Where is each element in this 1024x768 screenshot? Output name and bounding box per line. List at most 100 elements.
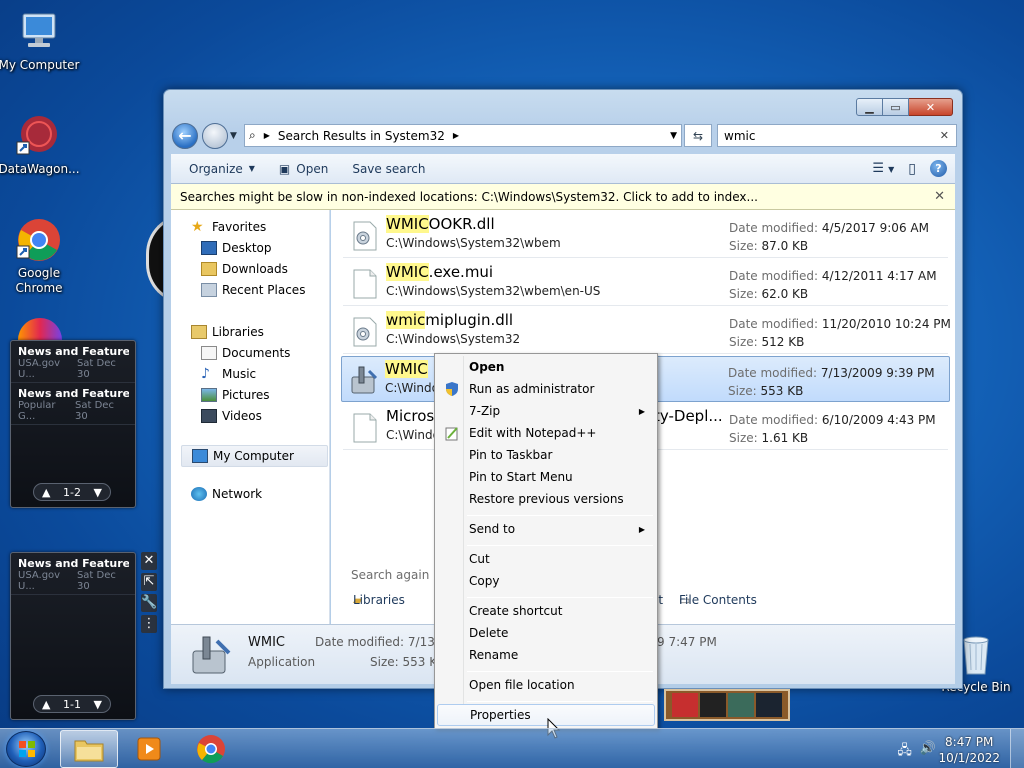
menu-create-shortcut[interactable]: Create shortcut — [437, 600, 655, 622]
gadget-slideshow-edge — [664, 689, 790, 721]
start-button[interactable] — [6, 731, 46, 767]
pager-prev-icon[interactable]: ▲ — [42, 698, 50, 711]
menu-restore-previous-versions[interactable]: Restore previous versions — [437, 488, 655, 510]
chrome-icon — [197, 735, 225, 764]
context-menu: Open Run as administrator 7-Zip ▶ Edit wi… — [434, 353, 658, 729]
address-dropdown-icon[interactable]: ▼ — [670, 131, 677, 141]
taskbar-media-player[interactable] — [120, 730, 178, 768]
volume-icon[interactable]: 🔊 — [920, 741, 936, 763]
nav-network[interactable]: Network — [191, 487, 262, 501]
menu-send-to[interactable]: Send to ▶ — [437, 518, 655, 540]
menu-7-zip[interactable]: 7-Zip ▶ — [437, 400, 655, 422]
network-status-icon[interactable]: 🖧 — [897, 741, 912, 763]
gadget-news-item[interactable]: News and Features f... USA.gov U... Sat D… — [11, 553, 135, 595]
nav-favorites[interactable]: ★ Favorites — [191, 220, 266, 234]
file-name-highlight: wmic — [386, 311, 426, 329]
breadcrumb-chevron-icon[interactable]: ▶ — [260, 131, 274, 140]
pager-prev-icon[interactable]: ▲ — [42, 486, 50, 499]
desktop-icon-google-chrome[interactable]: Google Chrome — [0, 216, 81, 296]
pager-next-icon[interactable]: ▼ — [94, 698, 102, 711]
gadget-tools: ✕ ⇱ 🔧 ⋮ — [141, 552, 157, 636]
history-dropdown-icon[interactable]: ▼ — [230, 131, 237, 141]
nav-recent-places[interactable]: Recent Places — [201, 283, 305, 297]
nav-videos[interactable]: Videos — [201, 409, 262, 423]
file-size: 512 KB — [761, 335, 805, 349]
open-button[interactable]: ▣ Open — [267, 162, 340, 176]
pager-next-icon[interactable]: ▼ — [94, 486, 102, 499]
address-bar[interactable]: ⌕ ▶ Search Results in System32 ▶ ▼ — [244, 124, 682, 147]
desktop-icon-my-computer[interactable]: My Computer — [0, 8, 81, 73]
menu-pin-to-taskbar[interactable]: Pin to Taskbar — [437, 444, 655, 466]
help-icon[interactable]: ? — [930, 160, 947, 177]
drag-handle-icon[interactable]: ⋮ — [141, 615, 157, 633]
gadget-news-source: Popular G... — [18, 400, 56, 422]
close-icon[interactable]: ✕ — [934, 189, 945, 204]
organize-button[interactable]: Organize ▼ — [171, 162, 267, 176]
nav-downloads[interactable]: Downloads — [201, 262, 288, 276]
menu-open-file-location[interactable]: Open file location — [437, 674, 655, 696]
gadget-news-source: USA.gov U... — [18, 358, 61, 380]
save-search-button[interactable]: Save search — [340, 162, 437, 176]
info-bar[interactable]: Searches might be slow in non-indexed lo… — [171, 184, 955, 210]
file-row[interactable]: wmicmiplugin.dll C:\Windows\System32 Dat… — [343, 308, 951, 354]
music-icon: ♪ — [201, 366, 210, 382]
nav-label: Downloads — [222, 262, 288, 276]
submenu-arrow-icon: ▶ — [638, 524, 645, 534]
resize-icon[interactable]: ⇱ — [141, 573, 157, 591]
nav-libraries[interactable]: Libraries — [191, 325, 264, 339]
close-icon[interactable]: ✕ — [141, 552, 157, 570]
menu-edit-with-notepad-plus-plus[interactable]: Edit with Notepad++ — [437, 422, 655, 444]
folder-icon — [74, 740, 104, 762]
menu-copy[interactable]: Copy — [437, 570, 655, 592]
wmic-application-icon — [349, 365, 379, 397]
taskbar-clock[interactable]: 8:47 PM 10/1/2022 — [938, 734, 1000, 766]
search-input[interactable]: wmic — [724, 129, 755, 143]
details-name: WMIC — [248, 635, 285, 650]
gadget-news-item[interactable]: News and Features f... USA.gov U... Sat D… — [11, 341, 135, 383]
taskbar-google-chrome[interactable] — [182, 730, 240, 768]
nav-label: Music — [222, 367, 257, 381]
desktop-icon-datawagon[interactable]: DataWagon... — [0, 112, 81, 177]
clear-search-icon[interactable]: ✕ — [940, 129, 949, 142]
date-label: Date modified: — [729, 413, 819, 427]
uac-shield-icon — [444, 381, 460, 397]
command-bar: Organize ▼ ▣ Open Save search ☰ ▼ ▯ ? — [171, 154, 955, 184]
menu-item-label: Delete — [469, 626, 509, 640]
nav-desktop[interactable]: Desktop — [201, 241, 272, 255]
nav-pictures[interactable]: Pictures — [201, 388, 270, 402]
menu-cut[interactable]: Cut — [437, 548, 655, 570]
menu-properties[interactable]: Properties — [437, 704, 655, 726]
menu-rename[interactable]: Rename — [437, 644, 655, 666]
view-options-icon[interactable]: ☰ ▼ — [872, 161, 894, 176]
back-button[interactable]: ← — [172, 123, 198, 149]
gadget-news-item[interactable]: News and Features f... Popular G... Sat D… — [11, 383, 135, 425]
menu-open[interactable]: Open — [437, 356, 655, 378]
windows-logo-icon — [19, 741, 35, 757]
refresh-button[interactable]: ⇆ — [684, 124, 712, 147]
menu-delete[interactable]: Delete — [437, 622, 655, 644]
minimize-button[interactable]: ▁ — [856, 98, 883, 116]
menu-pin-to-start-menu[interactable]: Pin to Start Menu — [437, 466, 655, 488]
nav-music[interactable]: ♪ Music — [201, 367, 256, 381]
wrench-icon[interactable]: 🔧 — [141, 594, 157, 612]
maximize-button[interactable]: ▭ — [883, 98, 909, 116]
file-row[interactable]: WMIC.exe.mui C:\Windows\System32\wbem\en… — [343, 260, 948, 306]
file-row[interactable]: WMICOOKR.dll C:\Windows\System32\wbem Da… — [343, 212, 948, 258]
navigation-bar: ← ▼ ⌕ ▶ Search Results in System32 ▶ ▼ ⇆… — [172, 123, 957, 149]
navigation-pane: ★ Favorites Desktop Downloads Recent Plac… — [171, 210, 330, 624]
show-desktop-button[interactable] — [1010, 729, 1024, 768]
breadcrumb-chevron-icon[interactable]: ▶ — [449, 131, 463, 140]
taskbar-windows-explorer[interactable] — [60, 730, 118, 768]
nav-my-computer[interactable]: My Computer — [181, 445, 328, 467]
system-tray: 🖧 🔊 — [897, 741, 936, 763]
forward-button[interactable] — [202, 123, 228, 149]
breadcrumb-search-results[interactable]: Search Results in System32 — [274, 129, 449, 143]
close-button[interactable]: ✕ — [909, 98, 953, 116]
clock-date: 10/1/2022 — [938, 751, 1000, 765]
menu-item-label: Open — [469, 360, 505, 374]
nav-documents[interactable]: Documents — [201, 346, 290, 360]
menu-run-as-administrator[interactable]: Run as administrator — [437, 378, 655, 400]
size-label: Size: — [729, 335, 758, 349]
preview-pane-icon[interactable]: ▯ — [908, 161, 916, 177]
search-box[interactable]: wmic ✕ — [717, 124, 957, 147]
